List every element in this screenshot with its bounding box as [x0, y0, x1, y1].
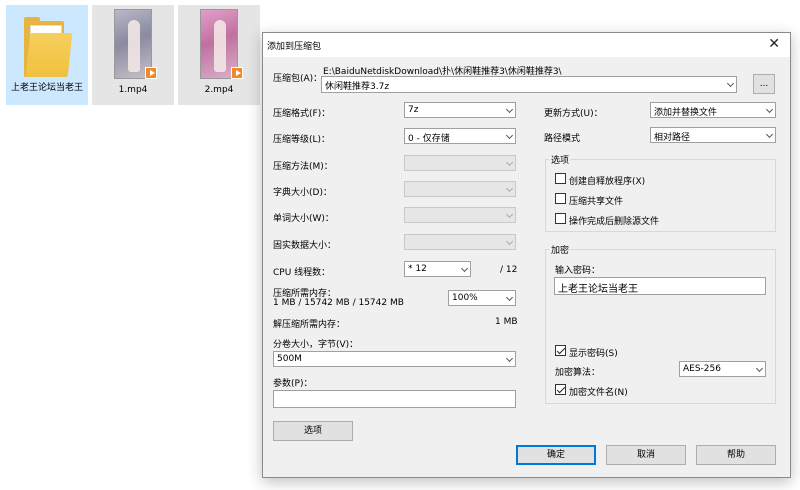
password-input[interactable]: 上老王论坛当老王	[554, 277, 766, 295]
sfx-label: 创建自释放程序(X)	[569, 177, 646, 187]
video-file-item[interactable]: 2.mp4	[178, 5, 260, 105]
chevron-down-icon	[765, 130, 774, 139]
mem-decomp-value: 1 MB	[495, 317, 518, 327]
chevron-down-icon	[505, 354, 514, 363]
file-label: 2.mp4	[204, 85, 234, 95]
volume-label: 分卷大小，字节(V)：	[273, 340, 359, 350]
shared-label: 压缩共享文件	[569, 197, 624, 207]
archive-name-value: 休闲鞋推荐3.7z	[325, 82, 390, 92]
enc-method-value: AES-256	[683, 364, 721, 374]
chevron-down-icon	[505, 293, 514, 302]
archive-label: 压缩包(A)：	[273, 74, 323, 84]
level-combo[interactable]: 0 - 仅存储	[404, 128, 516, 144]
level-value: 0 - 仅存储	[408, 134, 450, 144]
folder-icon	[24, 17, 73, 77]
close-icon[interactable]: ✕	[768, 36, 780, 52]
method-label: 压缩方法(M)：	[273, 162, 333, 172]
format-label: 压缩格式(F)：	[273, 109, 331, 119]
help-button[interactable]: 帮助	[696, 445, 776, 465]
encrypt-names-checkbox[interactable]	[555, 384, 566, 395]
mem-percent-combo[interactable]: 100%	[448, 290, 516, 306]
encryption-group-title: 加密	[549, 243, 572, 256]
mem-comp-value: 1 MB / 15742 MB / 15742 MB	[273, 298, 404, 308]
dialog-title: 添加到压缩包	[267, 42, 322, 52]
file-label: 1.mp4	[118, 85, 148, 95]
ok-button[interactable]: 确定	[516, 445, 596, 465]
path-mode-value: 相对路径	[654, 133, 691, 143]
enc-method-label: 加密算法：	[555, 368, 601, 378]
chevron-down-icon	[505, 237, 514, 246]
chevron-down-icon	[505, 105, 514, 114]
delete-source-label: 操作完成后删除源文件	[569, 217, 660, 227]
volume-value: 500M	[277, 354, 302, 364]
cpu-label: CPU 线程数：	[273, 268, 331, 278]
format-combo[interactable]: 7z	[404, 102, 516, 118]
password-label: 输入密码：	[555, 266, 601, 276]
path-mode-combo[interactable]: 相对路径	[650, 127, 776, 143]
show-password-label: 显示密码(S)	[569, 349, 618, 359]
options-group-title: 选项	[549, 153, 572, 166]
show-password-checkbox[interactable]	[555, 345, 566, 356]
delete-source-checkbox[interactable]	[555, 213, 566, 224]
add-to-archive-dialog: 添加到压缩包 ✕ 压缩包(A)： E:\BaiduNetdiskDownload…	[262, 32, 791, 478]
dict-label: 字典大小(D)：	[273, 188, 332, 198]
play-icon	[231, 67, 243, 79]
level-label: 压缩等级(L)：	[273, 135, 331, 145]
chevron-down-icon	[726, 79, 735, 88]
method-combo	[404, 155, 516, 171]
word-combo	[404, 207, 516, 223]
volume-combo[interactable]: 500M	[273, 351, 516, 367]
shared-checkbox[interactable]	[555, 193, 566, 204]
format-value: 7z	[408, 105, 419, 115]
chevron-down-icon	[765, 105, 774, 114]
enc-method-combo[interactable]: AES-256	[679, 361, 766, 377]
sfx-checkbox[interactable]	[555, 173, 566, 184]
titlebar: 添加到压缩包 ✕	[263, 33, 790, 57]
cancel-button[interactable]: 取消	[606, 445, 686, 465]
cpu-threads-combo[interactable]: * 12	[404, 261, 471, 277]
chevron-down-icon	[755, 364, 764, 373]
params-label: 参数(P)：	[273, 379, 313, 389]
update-value: 添加并替换文件	[654, 108, 718, 118]
encrypt-names-label: 加密文件名(N)	[569, 388, 628, 398]
play-icon	[145, 67, 157, 79]
solid-combo	[404, 234, 516, 250]
chevron-down-icon	[505, 131, 514, 140]
solid-label: 固实数据大小：	[273, 241, 337, 251]
word-label: 单词大小(W)：	[273, 214, 334, 224]
video-file-item[interactable]: 1.mp4	[92, 5, 174, 105]
cpu-total: / 12	[500, 265, 518, 275]
dict-combo	[404, 181, 516, 197]
mem-percent-value: 100%	[452, 293, 478, 303]
update-label: 更新方式(U)：	[544, 109, 603, 119]
browse-button[interactable]: ...	[753, 74, 775, 94]
options-button[interactable]: 选项	[273, 421, 353, 441]
mem-decomp-label: 解压缩所需内存：	[273, 320, 346, 330]
archive-name-combo[interactable]: 休闲鞋推荐3.7z	[321, 76, 737, 93]
path-mode-label: 路径模式	[544, 134, 581, 144]
folder-item[interactable]: 上老王论坛当老王	[6, 5, 88, 105]
chevron-down-icon	[505, 158, 514, 167]
chevron-down-icon	[460, 264, 469, 273]
params-input[interactable]	[273, 390, 516, 408]
update-combo[interactable]: 添加并替换文件	[650, 102, 776, 118]
chevron-down-icon	[505, 184, 514, 193]
folder-label: 上老王论坛当老王	[10, 83, 83, 93]
chevron-down-icon	[505, 210, 514, 219]
cpu-threads-value: * 12	[408, 264, 427, 274]
